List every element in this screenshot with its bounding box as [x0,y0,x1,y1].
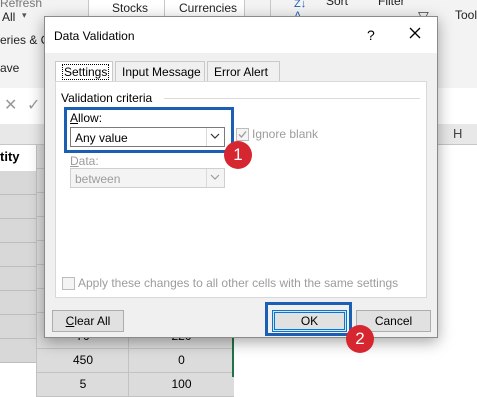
tab-settings-label: Settings [62,64,110,80]
dialog-titlebar[interactable]: Data Validation ? [45,17,437,53]
dialog-title: Data Validation [54,29,135,43]
tab-error-alert[interactable]: Error Alert [207,61,280,81]
data-label-accesskey: D [70,154,79,168]
enter-check-icon[interactable]: ✓ [27,95,40,115]
data-dropdown[interactable]: between [70,168,225,188]
cell[interactable] [0,339,36,363]
currencies-label: Currencies [179,1,238,15]
column-h-header[interactable]: H [453,126,462,141]
data-dropdown-value: between [75,172,121,186]
refresh-all-label[interactable]: Refresh [0,0,42,10]
clear-all-accesskey: C [65,314,75,328]
cell[interactable] [0,195,36,219]
group-divider [164,98,420,99]
save-label[interactable]: ave [0,61,19,75]
ignore-blank-checkbox[interactable] [236,128,249,141]
data-label-rest: ata: [78,154,99,168]
tab-error-alert-label: Error Alert [214,65,269,79]
help-icon[interactable]: ? [367,27,375,43]
table-cell-c[interactable]: 0 [128,349,234,373]
clear-all-rest: lear All [74,314,111,328]
tab-input-message-label: Input Message [122,65,201,79]
data-label: Data: [70,154,99,168]
sort-label[interactable]: Sort [326,0,348,8]
cell[interactable] [0,267,36,291]
cell[interactable] [0,315,36,339]
table-cell-b[interactable]: 450 [36,349,129,373]
cell[interactable] [0,291,36,315]
clear-all-button[interactable]: Clear All [52,310,124,332]
checkmark-icon [238,131,247,138]
step-badge-1: 1 [224,141,252,169]
apply-all-checkbox[interactable] [62,277,75,290]
queries-connections-button[interactable]: eries & C [0,33,49,47]
all-label[interactable]: All [2,10,15,24]
allow-highlight-box [64,107,234,153]
data-validation-dialog: Data Validation ? Settings Input Message… [44,16,438,338]
cancel-button-label: Cancel [374,314,413,328]
cancel-x-icon[interactable]: ✕ [4,95,17,115]
apply-all-label: Apply these changes to all other cells w… [78,276,399,290]
ok-highlight-box [265,302,352,336]
tools-label[interactable]: Tool [455,8,477,22]
cell[interactable] [0,219,36,243]
cell[interactable] [0,171,36,195]
chevron-down-icon: ▾ [22,10,27,20]
step-badge-2: 2 [346,325,374,353]
quantity-header-cell[interactable]: tity [0,149,20,164]
ignore-blank-label: Ignore blank [252,127,319,141]
tab-input-message[interactable]: Input Message [115,61,205,81]
tab-settings[interactable]: Settings [55,61,113,82]
filter-label[interactable]: Filter [378,0,405,8]
close-icon[interactable] [407,25,423,41]
cell[interactable] [0,243,36,267]
validation-criteria-label: Validation criteria [61,91,153,105]
stocks-label: Stocks [112,1,149,15]
chevron-down-icon[interactable] [206,169,224,187]
